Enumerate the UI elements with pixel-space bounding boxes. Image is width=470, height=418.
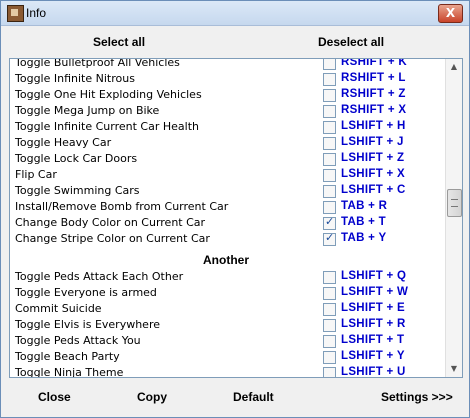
hotkey-label: RSHIFT + K [341,58,407,68]
cheat-list-rows: Toggle Bulletproof All Vehicles RSHIFT + … [10,58,442,378]
list-item[interactable]: Toggle Bulletproof All Vehicles RSHIFT + … [10,58,442,71]
hotkey-label: LSHIFT + Y [341,350,405,362]
list-item[interactable]: Toggle Elvis is Everywhere LSHIFT + R [10,317,442,333]
list-item[interactable]: Toggle Infinite Current Car Health LSHIFT… [10,119,442,135]
cheat-label: Toggle Bulletproof All Vehicles [15,58,180,69]
section-header-label: Another [203,253,249,267]
cheat-label: Toggle Heavy Car [15,136,112,149]
cheat-checkbox[interactable] [323,105,336,118]
bottom-toolbar: Close Copy Default Settings >>> [1,379,469,415]
list-item[interactable]: Toggle Ninja Theme LSHIFT + U [10,365,442,378]
info-window: Info X Select all Deselect all Toggle Bu… [0,0,470,418]
list-item[interactable]: Change Stripe Color on Current Car TAB + … [10,231,442,247]
list-item[interactable]: Toggle Beach Party LSHIFT + Y [10,349,442,365]
cheat-checkbox[interactable] [323,137,336,150]
cheat-checkbox[interactable] [323,367,336,377]
list-item[interactable]: Commit Suicide LSHIFT + E [10,301,442,317]
cheat-checkbox[interactable] [323,303,336,316]
settings-button[interactable]: Settings >>> [381,390,453,404]
cheat-checkbox[interactable] [323,185,336,198]
hotkey-label: LSHIFT + E [341,302,406,314]
scroll-down-arrow-icon[interactable]: ▼ [446,361,462,377]
list-item[interactable]: Toggle Mega Jump on Bike RSHIFT + X [10,103,442,119]
list-item[interactable]: Toggle Peds Attack Each Other LSHIFT + Q [10,269,442,285]
cheat-label: Toggle Beach Party [15,350,120,363]
cheat-checkbox[interactable] [323,201,336,214]
list-item[interactable]: Install/Remove Bomb from Current Car TAB … [10,199,442,215]
select-all-button[interactable]: Select all [93,35,145,49]
list-item[interactable]: Flip Car LSHIFT + X [10,167,442,183]
section-header: Another [10,247,442,269]
cheat-checkbox[interactable] [323,89,336,102]
top-toolbar: Select all Deselect all [1,26,469,58]
cheat-label: Toggle Elvis is Everywhere [15,318,160,331]
default-button[interactable]: Default [233,390,274,404]
cheat-checkbox[interactable] [323,121,336,134]
cheat-checkbox[interactable] [323,73,336,86]
cheat-label: Toggle Ninja Theme [15,366,124,378]
hotkey-label: RSHIFT + L [341,72,406,84]
cheat-checkbox[interactable] [323,319,336,332]
cheat-checkbox[interactable] [323,351,336,364]
cheat-label: Change Stripe Color on Current Car [15,232,210,245]
hotkey-label: LSHIFT + X [341,168,406,180]
hotkey-label: LSHIFT + W [341,286,409,298]
hotkey-label: LSHIFT + T [341,334,405,346]
deselect-all-button[interactable]: Deselect all [318,35,384,49]
cheat-label: Toggle Everyone is armed [15,286,157,299]
cheat-checkbox[interactable] [323,271,336,284]
cheat-label: Commit Suicide [15,302,102,315]
cheat-checkbox[interactable] [323,169,336,182]
cheat-label: Toggle Infinite Nitrous [15,72,135,85]
cheat-label: Toggle Mega Jump on Bike [15,104,160,117]
vertical-scrollbar[interactable]: ▲ ▼ [445,59,462,377]
title-bar: Info X [1,1,469,26]
hotkey-label: TAB + R [341,200,388,212]
copy-button[interactable]: Copy [137,390,167,404]
close-button[interactable]: Close [38,390,71,404]
list-item[interactable]: Toggle Lock Car Doors LSHIFT + Z [10,151,442,167]
hotkey-label: LSHIFT + Z [341,152,405,164]
cheat-label: Toggle Peds Attack You [15,334,141,347]
hotkey-label: RSHIFT + X [341,104,407,116]
list-item[interactable]: Toggle One Hit Exploding Vehicles RSHIFT … [10,87,442,103]
hotkey-label: LSHIFT + R [341,318,406,330]
scroll-thumb[interactable] [447,189,462,217]
window-title: Info [26,6,47,20]
cheat-checkbox[interactable] [323,231,336,246]
app-icon [7,5,24,22]
hotkey-label: LSHIFT + H [341,120,406,132]
cheat-checkbox[interactable] [323,153,336,166]
cheat-label: Toggle One Hit Exploding Vehicles [15,88,202,101]
cheat-list[interactable]: Toggle Bulletproof All Vehicles RSHIFT + … [9,58,463,378]
cheat-label: Install/Remove Bomb from Current Car [15,200,229,213]
cheat-label: Toggle Infinite Current Car Health [15,120,199,133]
cheat-checkbox[interactable] [323,215,336,230]
cheat-label: Flip Car [15,168,57,181]
close-window-button[interactable]: X [438,4,463,23]
list-item[interactable]: Toggle Swimming Cars LSHIFT + C [10,183,442,199]
hotkey-label: LSHIFT + U [341,366,406,378]
cheat-label: Toggle Peds Attack Each Other [15,270,184,283]
hotkey-label: TAB + Y [341,232,387,244]
cheat-label: Toggle Swimming Cars [15,184,140,197]
hotkey-label: LSHIFT + C [341,184,406,196]
list-item[interactable]: Toggle Everyone is armed LSHIFT + W [10,285,442,301]
list-item[interactable]: Toggle Infinite Nitrous RSHIFT + L [10,71,442,87]
cheat-label: Toggle Lock Car Doors [15,152,138,165]
cheat-label: Change Body Color on Current Car [15,216,206,229]
scroll-up-arrow-icon[interactable]: ▲ [446,59,462,75]
hotkey-label: LSHIFT + Q [341,270,407,282]
cheat-checkbox[interactable] [323,287,336,300]
cheat-checkbox[interactable] [323,335,336,348]
list-item[interactable]: Change Body Color on Current Car TAB + T [10,215,442,231]
list-item[interactable]: Toggle Heavy Car LSHIFT + J [10,135,442,151]
hotkey-label: RSHIFT + Z [341,88,406,100]
hotkey-label: LSHIFT + J [341,136,404,148]
cheat-checkbox[interactable] [323,59,336,70]
list-item[interactable]: Toggle Peds Attack You LSHIFT + T [10,333,442,349]
hotkey-label: TAB + T [341,216,387,228]
